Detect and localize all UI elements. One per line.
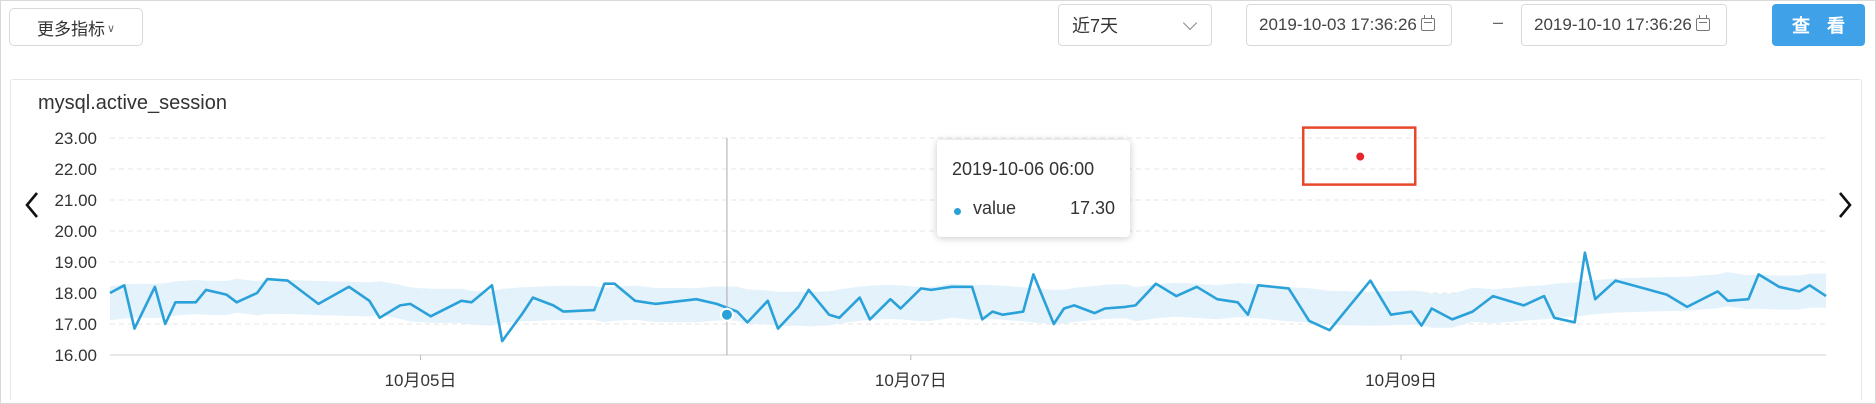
y-tick-label: 21.00 (54, 191, 97, 210)
y-tick-label: 16.00 (54, 346, 97, 365)
y-tick-label: 17.00 (54, 315, 97, 334)
y-tick-label: 18.00 (54, 284, 97, 303)
hover-point (719, 307, 734, 322)
x-tick-label: 10月05日 (385, 371, 457, 390)
y-tick-label: 23.00 (54, 129, 97, 148)
y-tick-label: 20.00 (54, 222, 97, 241)
tooltip-value: 17.30 (1069, 198, 1115, 218)
chevron-left-icon[interactable] (24, 190, 40, 220)
x-tick-label: 10月07日 (875, 371, 947, 390)
y-tick-label: 19.00 (54, 253, 97, 272)
chart-tooltip: 2019-10-06 06:00 value 17.30 (937, 140, 1130, 237)
chevron-right-icon[interactable] (1837, 190, 1853, 220)
y-tick-label: 22.00 (54, 160, 97, 179)
x-tick-label: 10月09日 (1365, 371, 1437, 390)
peak-point (1356, 152, 1365, 161)
series-dot-icon (954, 208, 961, 215)
tooltip-series-name: value (973, 198, 1017, 218)
tooltip-time: 2019-10-06 06:00 (952, 159, 1095, 179)
